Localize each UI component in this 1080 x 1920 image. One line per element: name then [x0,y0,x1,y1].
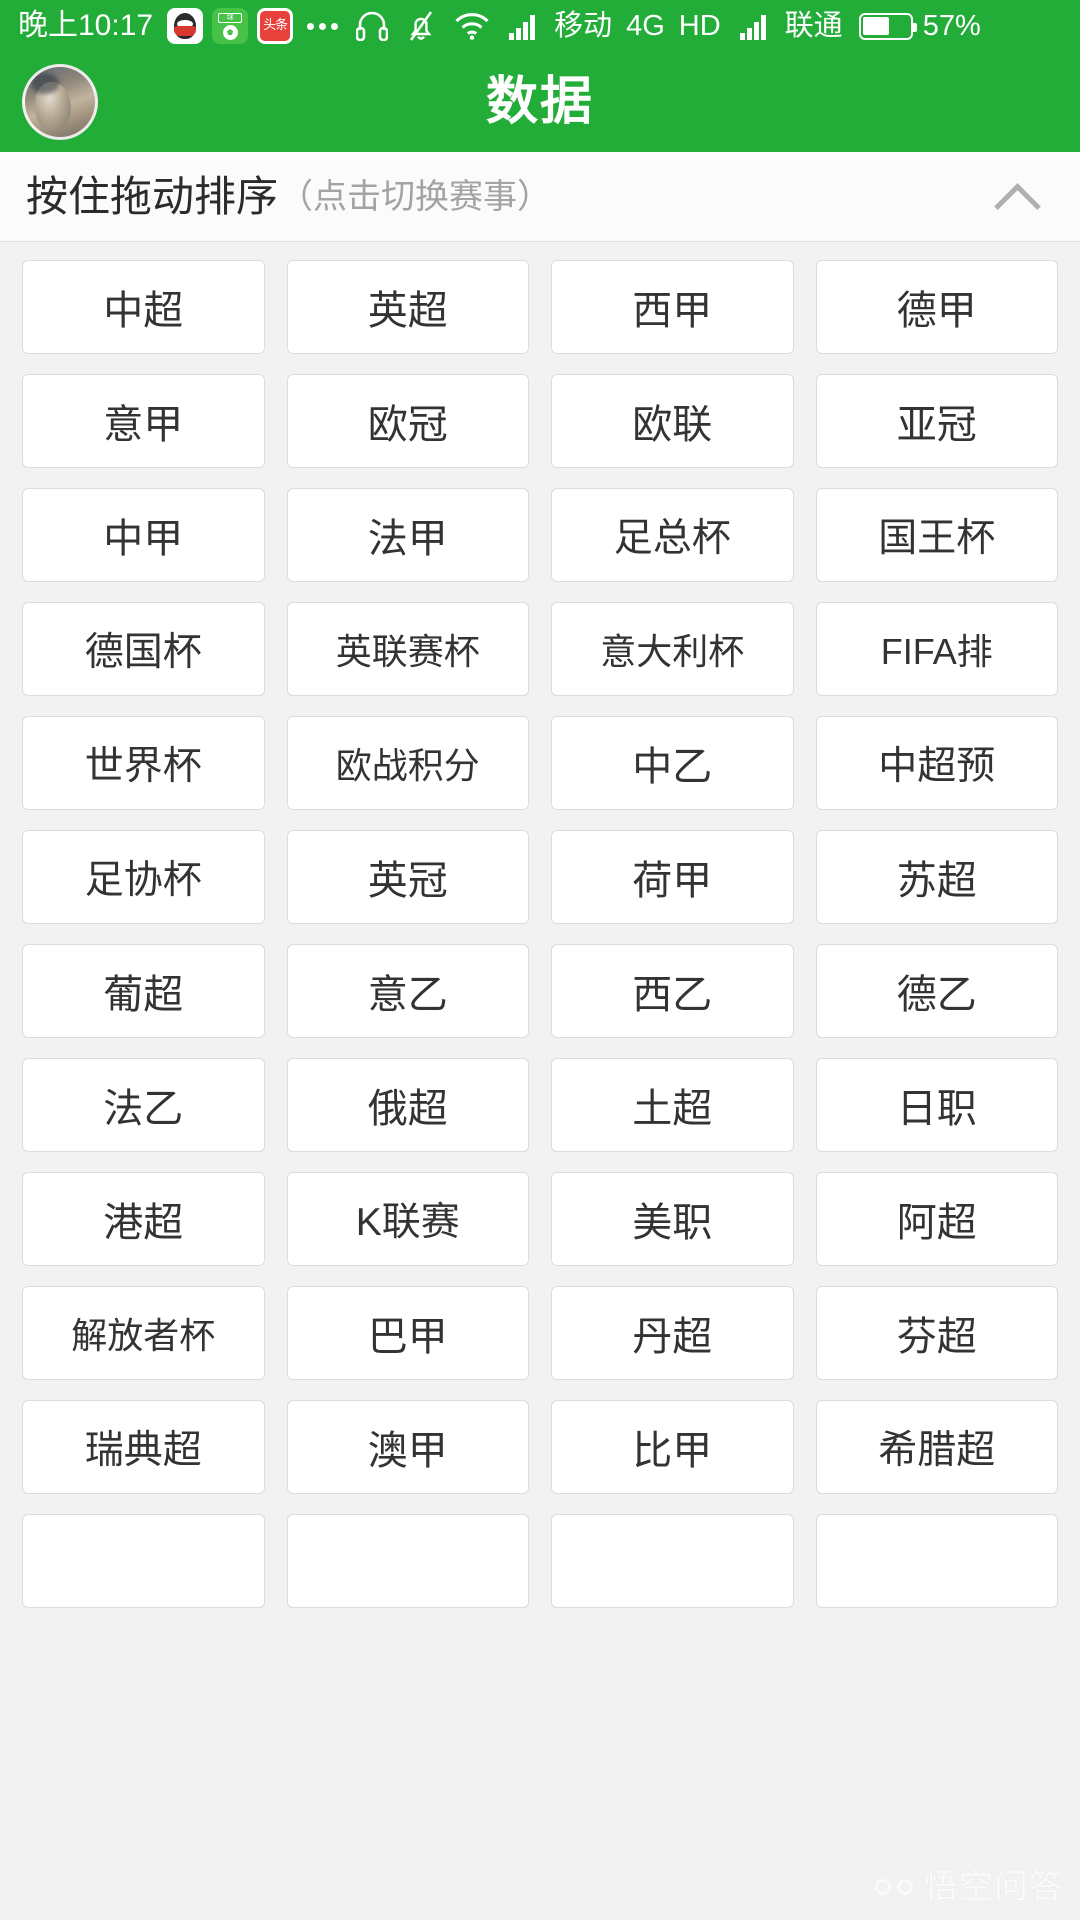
battery-percent-label: 57% [922,9,981,42]
league-tile[interactable]: 足协杯 [22,830,265,924]
league-tile[interactable]: 英超 [286,260,529,354]
status-bar: 晚上10:17 球 头条 移动 4G HD 联通 57% [0,0,1080,52]
avatar[interactable] [22,64,98,140]
league-tile[interactable]: 意大利杯 [551,602,794,696]
league-tile[interactable] [815,1514,1058,1608]
league-tile[interactable]: 澳甲 [286,1400,529,1494]
page-title: 数据 [485,73,594,131]
league-tile[interactable]: 比甲 [551,1400,794,1494]
bell-muted-icon [406,10,436,42]
league-tile[interactable]: 意乙 [286,944,529,1038]
league-tile[interactable]: FIFA排 [815,602,1058,696]
status-bar-overflow-dots-icon [307,22,339,30]
league-tile[interactable]: 英联赛杯 [286,602,529,696]
league-tile[interactable]: 瑞典超 [22,1400,265,1494]
league-tile[interactable]: 阿超 [815,1172,1058,1266]
league-tile[interactable]: 西乙 [551,944,794,1038]
league-tile[interactable]: 希腊超 [815,1400,1058,1494]
league-tile[interactable]: 葡超 [22,944,265,1038]
league-tile[interactable]: 荷甲 [551,830,794,924]
league-tile[interactable] [551,1514,794,1608]
league-tile[interactable]: 中甲 [22,488,265,582]
league-tile[interactable]: 德乙 [815,944,1058,1038]
league-tile[interactable]: 意甲 [22,374,265,468]
league-tile[interactable]: 芬超 [815,1286,1058,1380]
league-tile[interactable]: 欧冠 [286,374,529,468]
network-type-label: 4G [626,9,665,42]
toutiao-app-icon: 头条 [257,8,294,44]
league-tile[interactable]: 中乙 [551,716,794,810]
carrier-label-primary: 移动 [554,9,613,42]
qq-app-icon [167,8,204,44]
sort-section-bar[interactable]: 按住拖动排序 （点击切换赛事） [0,152,1080,242]
signal-bars-icon-secondary [739,12,771,40]
headset-icon [356,11,389,41]
league-tile[interactable]: 美职 [551,1172,794,1266]
signal-bars-icon [508,12,540,40]
carrier-label-secondary: 联通 [784,9,843,42]
sort-section-hint: （点击切换赛事） [279,177,552,216]
soccer-app-icon: 球 [212,8,249,44]
chevron-up-icon[interactable] [994,174,1040,220]
league-grid-container: 中超 英超 西甲 德甲意甲 欧冠 欧联 亚冠中甲 法甲 足总杯 国王杯德国杯 英联赛杯 意大利杯 FIF… [0,242,1080,1920]
league-tile[interactable]: 苏超 [815,830,1058,924]
league-tile[interactable]: 巴甲 [286,1286,529,1380]
league-tile[interactable]: 亚冠 [815,374,1058,468]
league-tile[interactable] [22,1514,265,1608]
app-header: 数据 [0,52,1080,152]
league-tile[interactable]: K联赛 [286,1172,529,1266]
league-tile[interactable]: 港超 [22,1172,265,1266]
league-tile[interactable]: 德国杯 [22,602,265,696]
sort-section-title: 按住拖动排序 [26,172,279,220]
league-tile[interactable]: 解放者杯 [22,1286,265,1380]
league-grid: 中超 英超 西甲 德甲意甲 欧冠 欧联 亚冠中甲 法甲 足总杯 国王杯德国杯 英联赛杯 意大利杯 FIF… [22,260,1058,1608]
wifi-icon [454,12,490,40]
status-bar-app-icons: 球 头条 [167,8,294,44]
league-tile[interactable]: 足总杯 [551,488,794,582]
league-tile[interactable] [286,1514,529,1608]
league-tile[interactable]: 欧联 [551,374,794,468]
league-tile[interactable]: 英冠 [286,830,529,924]
league-tile[interactable]: 法乙 [22,1058,265,1152]
league-tile[interactable]: 西甲 [551,260,794,354]
league-tile[interactable]: 世界杯 [22,716,265,810]
league-tile[interactable]: 法甲 [286,488,529,582]
league-tile[interactable]: 中超 [22,260,265,354]
league-tile[interactable]: 俄超 [286,1058,529,1152]
league-tile[interactable]: 欧战积分 [286,716,529,810]
league-tile[interactable]: 国王杯 [815,488,1058,582]
league-tile[interactable]: 丹超 [551,1286,794,1380]
league-tile[interactable]: 土超 [551,1058,794,1152]
status-bar-time: 晚上10:17 [18,9,154,42]
battery-icon [858,12,917,40]
hd-label: HD [678,9,721,42]
league-tile[interactable]: 德甲 [815,260,1058,354]
league-tile[interactable]: 中超预 [815,716,1058,810]
league-tile[interactable]: 日职 [815,1058,1058,1152]
